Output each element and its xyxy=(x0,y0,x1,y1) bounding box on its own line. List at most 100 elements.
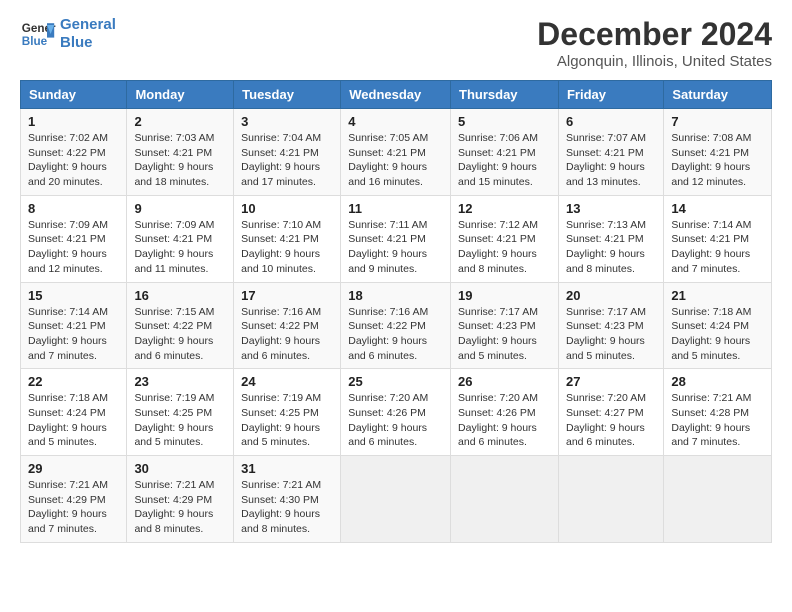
weekday-header: Saturday xyxy=(664,81,772,109)
calendar-cell: 13 Sunrise: 7:13 AMSunset: 4:21 PMDayligh… xyxy=(558,195,663,282)
logo-icon: General Blue xyxy=(20,16,56,52)
calendar-cell: 4 Sunrise: 7:05 AMSunset: 4:21 PMDaylight… xyxy=(341,109,451,196)
weekday-header: Thursday xyxy=(451,81,559,109)
day-number: 22 xyxy=(28,374,119,389)
calendar-cell: 1 Sunrise: 7:02 AMSunset: 4:22 PMDaylight… xyxy=(21,109,127,196)
calendar-table: SundayMondayTuesdayWednesdayThursdayFrid… xyxy=(20,80,772,543)
day-info: Sunrise: 7:07 AMSunset: 4:21 PMDaylight:… xyxy=(566,131,656,190)
calendar-cell: 29 Sunrise: 7:21 AMSunset: 4:29 PMDayligh… xyxy=(21,456,127,543)
day-number: 21 xyxy=(671,288,764,303)
day-info: Sunrise: 7:06 AMSunset: 4:21 PMDaylight:… xyxy=(458,131,551,190)
calendar-cell: 9 Sunrise: 7:09 AMSunset: 4:21 PMDaylight… xyxy=(127,195,234,282)
calendar-cell xyxy=(341,456,451,543)
calendar-cell: 21 Sunrise: 7:18 AMSunset: 4:24 PMDayligh… xyxy=(664,282,772,369)
day-info: Sunrise: 7:19 AMSunset: 4:25 PMDaylight:… xyxy=(134,391,226,450)
day-info: Sunrise: 7:20 AMSunset: 4:26 PMDaylight:… xyxy=(348,391,443,450)
calendar-cell: 28 Sunrise: 7:21 AMSunset: 4:28 PMDayligh… xyxy=(664,369,772,456)
day-number: 23 xyxy=(134,374,226,389)
day-info: Sunrise: 7:10 AMSunset: 4:21 PMDaylight:… xyxy=(241,218,333,277)
day-number: 16 xyxy=(134,288,226,303)
calendar-cell: 17 Sunrise: 7:16 AMSunset: 4:22 PMDayligh… xyxy=(234,282,341,369)
day-number: 5 xyxy=(458,114,551,129)
page-title: December 2024 xyxy=(537,16,772,53)
day-number: 24 xyxy=(241,374,333,389)
day-info: Sunrise: 7:12 AMSunset: 4:21 PMDaylight:… xyxy=(458,218,551,277)
day-number: 17 xyxy=(241,288,333,303)
weekday-header: Tuesday xyxy=(234,81,341,109)
calendar-cell: 8Sunrise: 7:09 AMSunset: 4:21 PMDaylight… xyxy=(21,195,127,282)
calendar-week-row: 15 Sunrise: 7:14 AMSunset: 4:21 PMDayligh… xyxy=(21,282,772,369)
day-info: Sunrise: 7:15 AMSunset: 4:22 PMDaylight:… xyxy=(134,305,226,364)
day-number: 31 xyxy=(241,461,333,476)
calendar-cell: 5 Sunrise: 7:06 AMSunset: 4:21 PMDaylight… xyxy=(451,109,559,196)
day-info: Sunrise: 7:14 AMSunset: 4:21 PMDaylight:… xyxy=(28,305,119,364)
day-info: Sunrise: 7:02 AMSunset: 4:22 PMDaylight:… xyxy=(28,131,119,190)
calendar-header-row: SundayMondayTuesdayWednesdayThursdayFrid… xyxy=(21,81,772,109)
day-info: Sunrise: 7:21 AMSunset: 4:28 PMDaylight:… xyxy=(671,391,764,450)
calendar-cell: 23 Sunrise: 7:19 AMSunset: 4:25 PMDayligh… xyxy=(127,369,234,456)
day-info: Sunrise: 7:16 AMSunset: 4:22 PMDaylight:… xyxy=(348,305,443,364)
day-info: Sunrise: 7:21 AMSunset: 4:29 PMDaylight:… xyxy=(28,478,119,537)
day-info: Sunrise: 7:13 AMSunset: 4:21 PMDaylight:… xyxy=(566,218,656,277)
svg-text:Blue: Blue xyxy=(22,35,48,48)
weekday-header: Sunday xyxy=(21,81,127,109)
day-number: 1 xyxy=(28,114,119,129)
day-info: Sunrise: 7:04 AMSunset: 4:21 PMDaylight:… xyxy=(241,131,333,190)
weekday-header: Monday xyxy=(127,81,234,109)
logo: General Blue General Blue xyxy=(20,16,116,52)
day-number: 29 xyxy=(28,461,119,476)
calendar-cell xyxy=(558,456,663,543)
calendar-cell xyxy=(664,456,772,543)
calendar-cell: 15 Sunrise: 7:14 AMSunset: 4:21 PMDayligh… xyxy=(21,282,127,369)
logo-blue: Blue xyxy=(60,34,93,51)
calendar-cell xyxy=(451,456,559,543)
day-info: Sunrise: 7:17 AMSunset: 4:23 PMDaylight:… xyxy=(458,305,551,364)
day-info: Sunrise: 7:16 AMSunset: 4:22 PMDaylight:… xyxy=(241,305,333,364)
day-info: Sunrise: 7:08 AMSunset: 4:21 PMDaylight:… xyxy=(671,131,764,190)
day-number: 12 xyxy=(458,201,551,216)
day-number: 27 xyxy=(566,374,656,389)
day-number: 18 xyxy=(348,288,443,303)
calendar-cell: 3 Sunrise: 7:04 AMSunset: 4:21 PMDaylight… xyxy=(234,109,341,196)
day-number: 28 xyxy=(671,374,764,389)
calendar-cell: 10Sunrise: 7:10 AMSunset: 4:21 PMDayligh… xyxy=(234,195,341,282)
day-number: 11 xyxy=(348,201,443,216)
page-subtitle: Algonquin, Illinois, United States xyxy=(537,53,772,70)
calendar-cell: 25Sunrise: 7:20 AMSunset: 4:26 PMDayligh… xyxy=(341,369,451,456)
day-number: 9 xyxy=(134,201,226,216)
calendar-cell: 6 Sunrise: 7:07 AMSunset: 4:21 PMDaylight… xyxy=(558,109,663,196)
calendar-week-row: 22 Sunrise: 7:18 AMSunset: 4:24 PMDayligh… xyxy=(21,369,772,456)
day-number: 3 xyxy=(241,114,333,129)
day-number: 4 xyxy=(348,114,443,129)
calendar-week-row: 29 Sunrise: 7:21 AMSunset: 4:29 PMDayligh… xyxy=(21,456,772,543)
calendar-cell: 7Sunrise: 7:08 AMSunset: 4:21 PMDaylight… xyxy=(664,109,772,196)
day-number: 30 xyxy=(134,461,226,476)
day-number: 14 xyxy=(671,201,764,216)
calendar-cell: 31 Sunrise: 7:21 AMSunset: 4:30 PMDayligh… xyxy=(234,456,341,543)
calendar-cell: 30Sunrise: 7:21 AMSunset: 4:29 PMDayligh… xyxy=(127,456,234,543)
calendar-cell: 18 Sunrise: 7:16 AMSunset: 4:22 PMDayligh… xyxy=(341,282,451,369)
day-info: Sunrise: 7:03 AMSunset: 4:21 PMDaylight:… xyxy=(134,131,226,190)
calendar-cell: 22 Sunrise: 7:18 AMSunset: 4:24 PMDayligh… xyxy=(21,369,127,456)
day-number: 15 xyxy=(28,288,119,303)
day-info: Sunrise: 7:20 AMSunset: 4:26 PMDaylight:… xyxy=(458,391,551,450)
calendar-cell: 27Sunrise: 7:20 AMSunset: 4:27 PMDayligh… xyxy=(558,369,663,456)
day-info: Sunrise: 7:09 AMSunset: 4:21 PMDaylight:… xyxy=(28,218,119,277)
title-area: December 2024 Algonquin, Illinois, Unite… xyxy=(537,16,772,70)
day-number: 13 xyxy=(566,201,656,216)
calendar-cell: 16 Sunrise: 7:15 AMSunset: 4:22 PMDayligh… xyxy=(127,282,234,369)
calendar-cell: 24 Sunrise: 7:19 AMSunset: 4:25 PMDayligh… xyxy=(234,369,341,456)
day-info: Sunrise: 7:11 AMSunset: 4:21 PMDaylight:… xyxy=(348,218,443,277)
weekday-header: Friday xyxy=(558,81,663,109)
calendar-cell: 12 Sunrise: 7:12 AMSunset: 4:21 PMDayligh… xyxy=(451,195,559,282)
weekday-header: Wednesday xyxy=(341,81,451,109)
day-info: Sunrise: 7:05 AMSunset: 4:21 PMDaylight:… xyxy=(348,131,443,190)
day-info: Sunrise: 7:18 AMSunset: 4:24 PMDaylight:… xyxy=(28,391,119,450)
day-info: Sunrise: 7:21 AMSunset: 4:30 PMDaylight:… xyxy=(241,478,333,537)
day-number: 6 xyxy=(566,114,656,129)
day-info: Sunrise: 7:19 AMSunset: 4:25 PMDaylight:… xyxy=(241,391,333,450)
day-info: Sunrise: 7:09 AMSunset: 4:21 PMDaylight:… xyxy=(134,218,226,277)
day-info: Sunrise: 7:18 AMSunset: 4:24 PMDaylight:… xyxy=(671,305,764,364)
calendar-week-row: 1 Sunrise: 7:02 AMSunset: 4:22 PMDaylight… xyxy=(21,109,772,196)
calendar-week-row: 8Sunrise: 7:09 AMSunset: 4:21 PMDaylight… xyxy=(21,195,772,282)
